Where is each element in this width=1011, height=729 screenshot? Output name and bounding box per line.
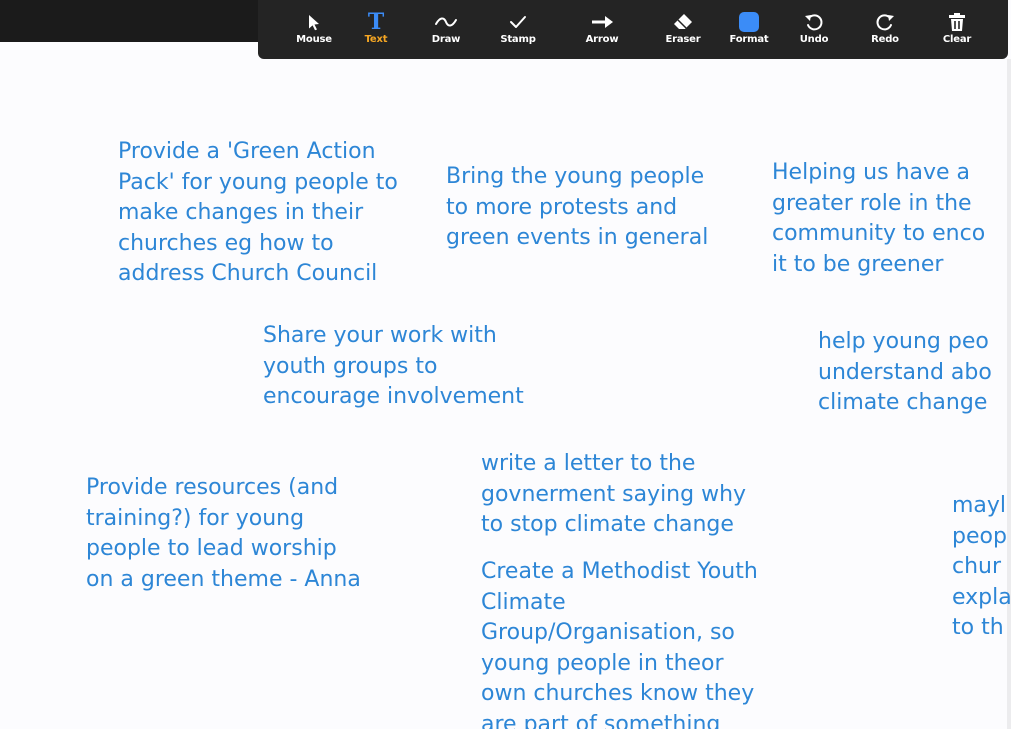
annotation-toolbar: Mouse T Text Draw Stamp Arrow Eraser For…: [258, 0, 1008, 59]
stamp-checkmark-icon: [503, 10, 533, 34]
tool-label: Format: [729, 34, 769, 45]
text-T-icon: T: [367, 9, 385, 35]
tool-format-button[interactable]: Format: [719, 0, 779, 56]
annotation-understand-climate[interactable]: help young peo understand abo climate ch…: [818, 327, 992, 419]
tool-text-button[interactable]: T Text: [346, 0, 406, 56]
tool-stamp-button[interactable]: Stamp: [488, 0, 548, 56]
eraser-icon: [668, 10, 698, 34]
annotation-methodist-group[interactable]: Create a Methodist Youth Climate Group/O…: [481, 557, 758, 729]
tool-label: Redo: [871, 34, 899, 45]
arrow-right-icon: [587, 10, 617, 34]
tool-label: Undo: [799, 34, 829, 45]
tool-label: Eraser: [665, 34, 701, 45]
tool-clear-button[interactable]: Clear: [927, 0, 987, 56]
tool-redo-button[interactable]: Redo: [855, 0, 915, 56]
trash-can-icon: [942, 10, 972, 34]
annotation-worship-resources[interactable]: Provide resources (and training?) for yo…: [86, 473, 361, 595]
whiteboard-canvas[interactable]: Mouse T Text Draw Stamp Arrow Eraser For…: [0, 0, 1011, 729]
tool-undo-button[interactable]: Undo: [784, 0, 844, 56]
undo-icon: [799, 10, 829, 34]
window-top-strip: [0, 0, 262, 42]
draw-squiggle-icon: [431, 10, 461, 34]
annotation-letter-government[interactable]: write a letter to the govnerment saying …: [481, 449, 746, 541]
tool-label: Clear: [942, 34, 972, 45]
redo-icon: [870, 10, 900, 34]
annotation-protests[interactable]: Bring the young people to more protests …: [446, 162, 708, 254]
tool-label: Text: [364, 34, 388, 45]
annotation-community[interactable]: Helping us have a greater role in the co…: [772, 158, 985, 280]
tool-label: Mouse: [296, 34, 332, 45]
tool-label: Stamp: [500, 34, 536, 45]
format-color-square-icon: [734, 10, 764, 34]
tool-mouse-button[interactable]: Mouse: [284, 0, 344, 56]
tool-arrow-button[interactable]: Arrow: [572, 0, 632, 56]
annotation-share-work[interactable]: Share your work with youth groups to enc…: [263, 321, 524, 413]
annotation-maybe-cut[interactable]: mayl peop chur expla to th: [952, 491, 1011, 644]
mouse-pointer-icon: [299, 10, 329, 34]
tool-eraser-button[interactable]: Eraser: [653, 0, 713, 56]
annotation-green-action-pack[interactable]: Provide a 'Green Action Pack' for young …: [118, 137, 398, 290]
tool-draw-button[interactable]: Draw: [416, 0, 476, 56]
tool-label: Arrow: [585, 34, 619, 45]
tool-label: Draw: [431, 34, 461, 45]
